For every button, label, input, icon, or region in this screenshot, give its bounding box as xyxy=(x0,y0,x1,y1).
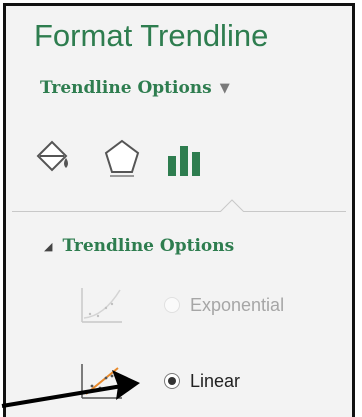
bar-chart-icon xyxy=(168,146,200,176)
exponential-label[interactable]: Exponential xyxy=(190,295,284,316)
paint-bucket-icon xyxy=(36,140,68,172)
tab-effects[interactable] xyxy=(100,136,144,180)
format-trendline-pane: Format Trendline Trendline Options ▼ ◢ T… xyxy=(3,3,355,417)
trendline-options-section-header[interactable]: ◢ Trendline Options xyxy=(44,236,234,256)
selected-tab-notch xyxy=(220,199,244,212)
exponential-radio[interactable] xyxy=(164,297,180,313)
linear-label[interactable]: Linear xyxy=(190,371,240,392)
tab-divider xyxy=(12,211,346,212)
collapse-triangle-icon: ◢ xyxy=(44,239,53,253)
caret-down-icon: ▼ xyxy=(219,80,230,96)
dropdown-label: Trendline Options xyxy=(40,78,212,98)
section-label: Trendline Options xyxy=(62,236,235,256)
pentagon-icon xyxy=(104,139,140,177)
annotation-arrow xyxy=(1,370,140,408)
trendline-options-dropdown[interactable]: Trendline Options ▼ xyxy=(40,78,230,98)
exponential-trend-icon xyxy=(81,288,122,323)
linear-radio[interactable] xyxy=(164,373,180,389)
tab-fill-line[interactable] xyxy=(32,136,76,180)
pane-title: Format Trendline xyxy=(34,18,269,53)
tab-trendline-options[interactable] xyxy=(162,136,206,180)
option-row-exponential: Exponential xyxy=(78,284,284,326)
